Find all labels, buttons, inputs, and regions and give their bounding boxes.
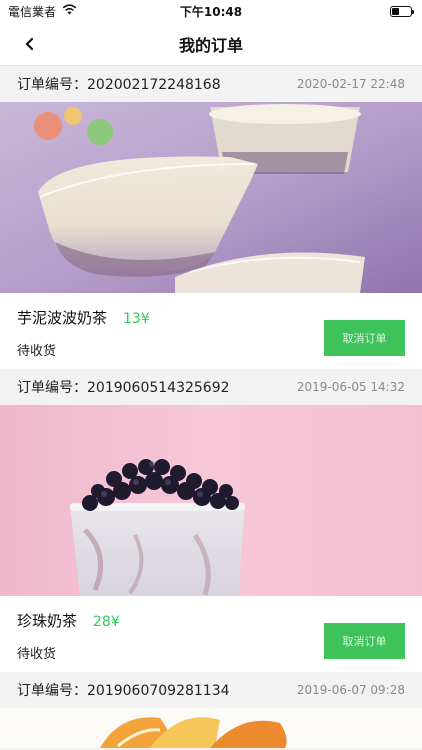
product-image[interactable] — [0, 102, 422, 293]
order-header: 订单编号：2019060709281134 2019-06-07 09:28 — [0, 672, 422, 708]
carrier-label: 電信業者 — [8, 4, 57, 19]
order-number: 订单编号：2019060514325692 — [17, 380, 230, 396]
back-button[interactable] — [18, 32, 42, 56]
product-name: 芋泥波波奶茶 — [17, 309, 108, 327]
product-price: 28¥ — [93, 614, 120, 630]
product-image[interactable] — [0, 405, 422, 596]
order-time: 2020-02-17 22:48 — [296, 77, 405, 91]
order-header: 订单编号：2019060514325692 2019-06-05 14:32 — [0, 369, 422, 405]
status-bar: 電信業者 下午10:48 — [0, 0, 422, 22]
order-header: 订单编号：202002172248168 2020-02-17 22:48 — [0, 66, 422, 102]
cancel-order-button[interactable]: 取消订单 — [324, 623, 405, 659]
cancel-order-button[interactable]: 取消订单 — [324, 320, 405, 356]
order-time: 2019-06-05 14:32 — [296, 380, 405, 394]
order-card: 订单编号：202002172248168 2020-02-17 22:48 芋泥… — [0, 66, 422, 369]
order-time: 2019-06-07 09:28 — [296, 683, 405, 697]
order-card: 订单编号：2019060514325692 2019-06-05 14:32 珍… — [0, 369, 422, 672]
battery-icon — [390, 5, 414, 17]
order-card: 订单编号：2019060709281134 2019-06-07 09:28 — [0, 672, 422, 748]
product-name: 珍珠奶茶 — [17, 612, 78, 630]
wifi-icon — [62, 4, 77, 18]
product-image[interactable] — [0, 708, 422, 748]
page-title: 我的订单 — [178, 35, 243, 55]
nav-bar: 我的订单 — [0, 22, 422, 66]
order-number: 订单编号：202002172248168 — [17, 77, 221, 93]
product-price: 13¥ — [123, 311, 150, 327]
status-left: 電信業者 — [8, 3, 77, 20]
chevron-left-icon — [25, 37, 34, 51]
order-number: 订单编号：2019060709281134 — [17, 683, 230, 699]
order-info: 珍珠奶茶 28¥ 待收货 取消订单 — [0, 596, 422, 672]
order-info: 芋泥波波奶茶 13¥ 待收货 取消订单 — [0, 293, 422, 369]
